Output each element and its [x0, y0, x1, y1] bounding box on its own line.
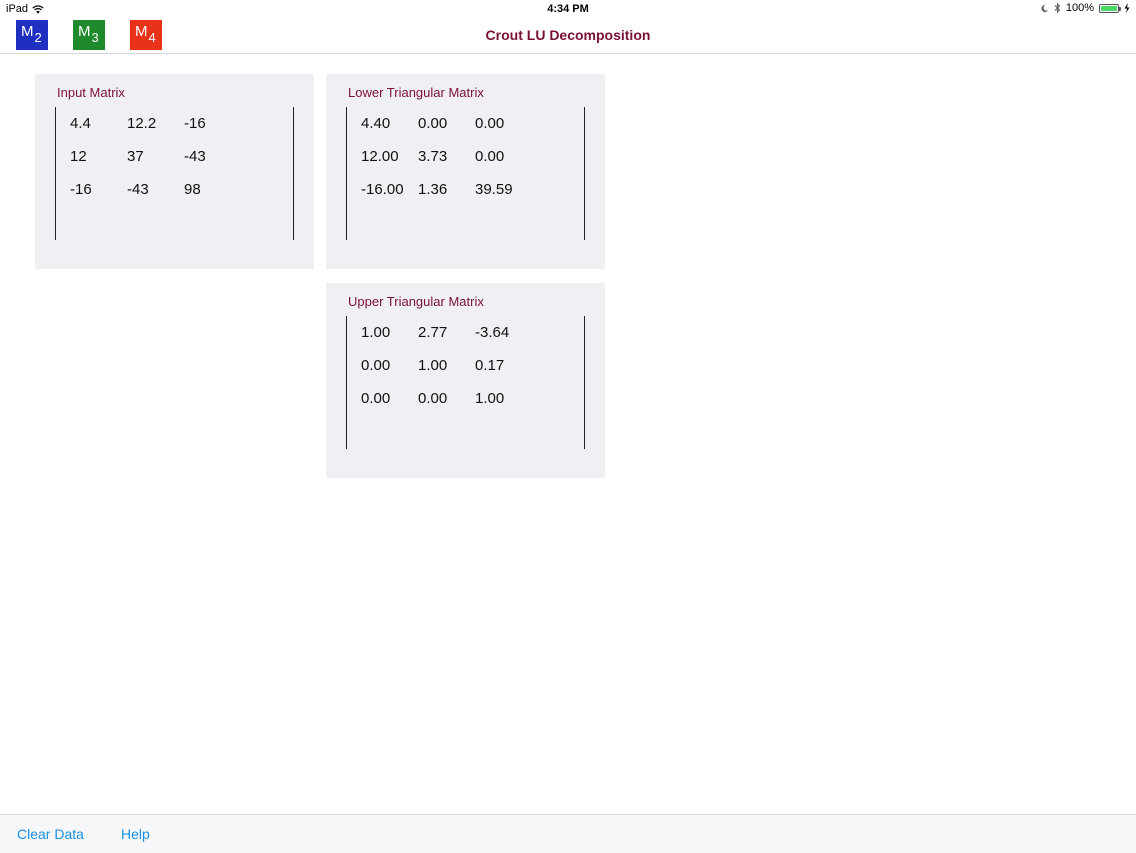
- matrix-row: -16 -43 98: [70, 181, 241, 214]
- upper-matrix-title: Upper Triangular Matrix: [348, 294, 484, 309]
- result-cell: 1.00: [418, 357, 448, 374]
- input-cell[interactable]: 98: [184, 181, 241, 214]
- input-cell[interactable]: 12: [70, 148, 127, 181]
- upper-matrix-grid: 1.00 2.77 -3.64 0.00 1.00 0.17 0.00 0.00…: [361, 324, 532, 423]
- matrix-left-bracket: [346, 107, 347, 240]
- matrix-left-bracket: [55, 107, 56, 240]
- input-cell[interactable]: 4.4: [70, 115, 127, 148]
- input-cell[interactable]: -16: [184, 115, 241, 148]
- charging-bolt-icon: [1124, 3, 1130, 13]
- bottom-toolbar: Clear Data Help: [0, 814, 1136, 853]
- lower-matrix-grid: 4.40 0.00 0.00 12.00 3.73 0.00 -16.00 1.…: [361, 115, 532, 214]
- result-cell: 1.00: [361, 324, 391, 341]
- page-title: Crout LU Decomposition: [485, 27, 651, 43]
- matrix-row: 12 37 -43: [70, 148, 241, 181]
- matrix-left-bracket: [346, 316, 347, 449]
- result-cell: 12.00: [361, 148, 399, 165]
- result-cell: 0.00: [361, 390, 391, 407]
- matrix-right-bracket: [293, 107, 294, 240]
- result-cell: 0.17: [475, 357, 505, 374]
- result-cell: 4.40: [361, 115, 391, 132]
- result-cell: 1.00: [475, 390, 505, 407]
- matrix-row: 0.00 0.00 1.00: [361, 390, 532, 423]
- input-cell[interactable]: -43: [184, 148, 241, 181]
- result-cell: 3.73: [418, 148, 448, 165]
- nav-bar: M2 M3 M4 Crout LU Decomposition: [0, 18, 1136, 54]
- matrix-right-bracket: [584, 107, 585, 240]
- result-cell: 0.00: [418, 115, 448, 132]
- matrix-row: 4.40 0.00 0.00: [361, 115, 532, 148]
- matrix-row: 4.4 12.2 -16: [70, 115, 241, 148]
- status-time: 4:34 PM: [547, 3, 589, 15]
- clear-data-button[interactable]: Clear Data: [17, 826, 84, 842]
- lower-matrix-panel: Lower Triangular Matrix 4.40 0.00 0.00 1…: [326, 74, 605, 269]
- matrix-right-bracket: [584, 316, 585, 449]
- result-cell: -16.00: [361, 181, 404, 198]
- help-button[interactable]: Help: [121, 826, 150, 842]
- input-matrix-grid: 4.4 12.2 -16 12 37 -43 -16 -43 98: [70, 115, 241, 214]
- result-cell: 0.00: [418, 390, 448, 407]
- input-matrix-panel: Input Matrix 4.4 12.2 -16 12 37 -43 -16 …: [35, 74, 314, 269]
- input-cell[interactable]: -16: [70, 181, 127, 214]
- input-cell[interactable]: 12.2: [127, 115, 184, 148]
- input-matrix-title: Input Matrix: [57, 85, 125, 100]
- matrix-row: 1.00 2.77 -3.64: [361, 324, 532, 357]
- input-cell[interactable]: -43: [127, 181, 184, 214]
- matrix-row: 0.00 1.00 0.17: [361, 357, 532, 390]
- result-cell: 0.00: [361, 357, 391, 374]
- result-cell: 39.59: [475, 181, 513, 198]
- status-right: 100%: [1040, 2, 1130, 14]
- battery-icon: [1099, 3, 1121, 13]
- status-bar: iPad 4:34 PM 100%: [0, 0, 1136, 18]
- upper-matrix-panel: Upper Triangular Matrix 1.00 2.77 -3.64 …: [326, 283, 605, 478]
- result-cell: 2.77: [418, 324, 448, 341]
- result-cell: 0.00: [475, 115, 505, 132]
- battery-percent: 100%: [1065, 2, 1094, 14]
- matrix-row: 12.00 3.73 0.00: [361, 148, 532, 181]
- moon-icon: [1041, 4, 1048, 12]
- lower-matrix-title: Lower Triangular Matrix: [348, 85, 484, 100]
- input-cell[interactable]: 37: [127, 148, 184, 181]
- bluetooth-icon: [1054, 3, 1061, 13]
- result-cell: 0.00: [475, 148, 505, 165]
- result-cell: -3.64: [475, 324, 510, 341]
- matrix-row: -16.00 1.36 39.59: [361, 181, 532, 214]
- result-cell: 1.36: [418, 181, 448, 198]
